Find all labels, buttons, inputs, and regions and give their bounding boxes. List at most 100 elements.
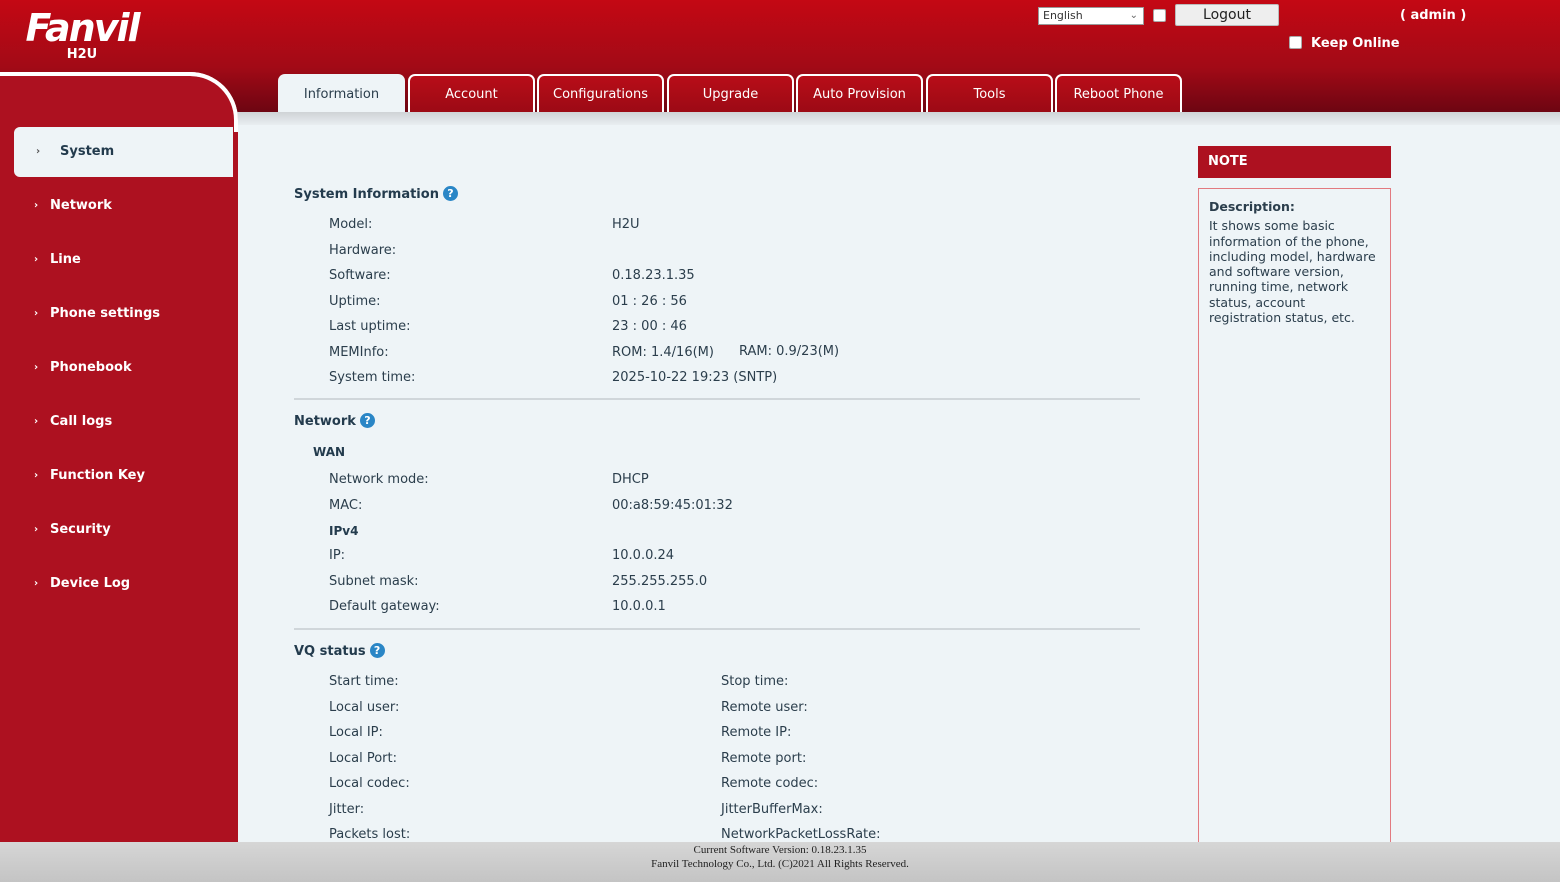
field-label: System time: xyxy=(329,370,416,385)
sidebar-item-label: Phone settings xyxy=(50,306,161,321)
note-heading: Description: xyxy=(1209,199,1295,214)
header-checkbox[interactable] xyxy=(1153,9,1166,22)
language-select[interactable]: English ⌄ xyxy=(1038,7,1144,25)
chevron-down-icon: ⌄ xyxy=(1129,10,1138,21)
divider xyxy=(294,398,1140,400)
field-label: Hardware: xyxy=(329,242,397,258)
section-system-information-label: System Information xyxy=(294,187,439,202)
section-system-information: System Information? xyxy=(294,186,458,202)
field-value: 2025-10-22 19:23 (SNTP) xyxy=(612,370,778,385)
divider xyxy=(294,628,1140,630)
field-label: Local IP: xyxy=(329,725,383,740)
tab-account[interactable]: Account xyxy=(408,74,535,112)
field-label: MEMInfo: xyxy=(329,344,389,360)
chevron-right-icon: › xyxy=(34,524,39,535)
field-label: Model: xyxy=(329,217,373,232)
sidebar-item-phonebook[interactable]: › Phonebook xyxy=(0,343,233,393)
sidebar-item-device-log[interactable]: › Device Log xyxy=(0,559,233,609)
footer-copyright: Fanvil Technology Co., Ltd. (C)2021 All … xyxy=(651,858,909,870)
tab-reboot-phone[interactable]: Reboot Phone xyxy=(1055,74,1182,112)
field-label: Local codec: xyxy=(329,776,410,791)
field-value: 10.0.0.24 xyxy=(612,548,675,563)
chevron-right-icon: › xyxy=(34,578,39,589)
note-box: Description: It shows some basic informat… xyxy=(1198,188,1391,848)
field-value: 00:a8:59:45:01:32 xyxy=(612,497,733,513)
field-label: Software: xyxy=(329,268,391,283)
field-label: Local Port: xyxy=(329,750,397,766)
field-label: Start time: xyxy=(329,674,399,689)
ram-info: RAM: 0.9/23(M) xyxy=(739,344,840,359)
field-value: 23 : 00 : 46 xyxy=(612,319,687,334)
section-vq-status-label: VQ status xyxy=(294,644,366,659)
field-label: Packets lost: xyxy=(329,827,411,842)
field-label: Network mode: xyxy=(329,472,429,487)
field-label: Remote port: xyxy=(721,750,807,766)
sidebar-item-line[interactable]: › Line xyxy=(0,235,233,285)
section-network: Network? xyxy=(294,413,375,429)
field-value: 255.255.255.0 xyxy=(612,573,708,589)
field-label: JitterBufferMax: xyxy=(721,801,823,817)
note-text: It shows some basic information of the p… xyxy=(1209,218,1376,326)
sidebar-item-label: Phonebook xyxy=(50,360,132,375)
sidebar-item-label: System xyxy=(60,144,115,159)
field-label: Subnet mask: xyxy=(329,573,419,589)
footer-version: Current Software Version: 0.18.23.1.35 xyxy=(693,844,867,856)
logo-model: H2U xyxy=(66,47,98,62)
footer: Current Software Version: 0.18.23.1.35 F… xyxy=(0,842,1560,882)
keep-online-checkbox[interactable] xyxy=(1289,36,1302,49)
help-icon[interactable]: ? xyxy=(369,643,385,658)
field-value: ROM: 1.4/16(M) xyxy=(612,344,714,360)
field-label: Remote IP: xyxy=(721,725,792,740)
sidebar-item-label: Security xyxy=(50,522,111,537)
chevron-right-icon: › xyxy=(36,146,41,157)
fanvil-logo: Fanvil H2U xyxy=(22,8,142,62)
chevron-right-icon: › xyxy=(34,254,39,265)
field-label: Stop time: xyxy=(721,674,789,689)
note-title: NOTE xyxy=(1198,146,1391,178)
sidebar-item-label: Line xyxy=(50,252,81,267)
wan-heading: WAN xyxy=(313,445,346,459)
field-label: IP: xyxy=(329,548,346,563)
tab-tools[interactable]: Tools xyxy=(926,74,1053,112)
tab-information[interactable]: Information xyxy=(278,74,405,112)
field-label: Uptime: xyxy=(329,293,381,309)
field-value: 10.0.0.1 xyxy=(612,599,666,614)
help-icon[interactable]: ? xyxy=(359,413,375,428)
field-label: Remote user: xyxy=(721,699,808,715)
field-value: H2U xyxy=(612,217,640,232)
tab-auto-provision[interactable]: Auto Provision xyxy=(796,74,923,112)
chevron-right-icon: › xyxy=(34,200,39,211)
field-label: Remote codec: xyxy=(721,776,819,791)
section-network-label: Network xyxy=(294,414,356,429)
tab-configurations[interactable]: Configurations xyxy=(537,74,664,112)
field-label: Last uptime: xyxy=(329,319,411,334)
sidebar-item-security[interactable]: › Security xyxy=(0,505,233,555)
field-label: Default gateway: xyxy=(329,599,440,614)
chevron-right-icon: › xyxy=(34,308,39,319)
logo-brand: Fanvil xyxy=(25,6,140,50)
sidebar-item-call-logs[interactable]: › Call logs xyxy=(0,397,233,447)
logout-button[interactable]: Logout xyxy=(1175,4,1279,26)
sidebar-item-label: Device Log xyxy=(50,576,131,591)
sidebar-item-label: Call logs xyxy=(50,414,113,429)
field-label: MAC: xyxy=(329,497,363,513)
chevron-right-icon: › xyxy=(34,470,39,481)
field-value: DHCP xyxy=(612,472,649,487)
field-value: 01 : 26 : 56 xyxy=(612,293,687,309)
field-label: NetworkPacketLossRate: xyxy=(721,827,881,842)
section-vq-status: VQ status? xyxy=(294,643,385,659)
sidebar-item-function-key[interactable]: › Function Key xyxy=(0,451,233,501)
sidebar-item-network[interactable]: › Network xyxy=(0,181,233,231)
help-icon[interactable]: ? xyxy=(442,186,458,201)
language-value: English xyxy=(1043,9,1083,22)
tab-upgrade[interactable]: Upgrade xyxy=(667,74,794,112)
chevron-right-icon: › xyxy=(34,362,39,373)
sidebar-item-label: Network xyxy=(50,198,112,213)
sidebar-item-system[interactable]: › System xyxy=(14,127,233,177)
keep-online-label: Keep Online xyxy=(1311,36,1400,51)
field-value: 0.18.23.1.35 xyxy=(612,268,695,283)
sidebar-item-phone-settings[interactable]: › Phone settings xyxy=(0,289,233,339)
ipv4-heading: IPv4 xyxy=(329,524,359,538)
sidebar-item-label: Function Key xyxy=(50,468,145,483)
current-user: ( admin ) xyxy=(1400,8,1467,23)
